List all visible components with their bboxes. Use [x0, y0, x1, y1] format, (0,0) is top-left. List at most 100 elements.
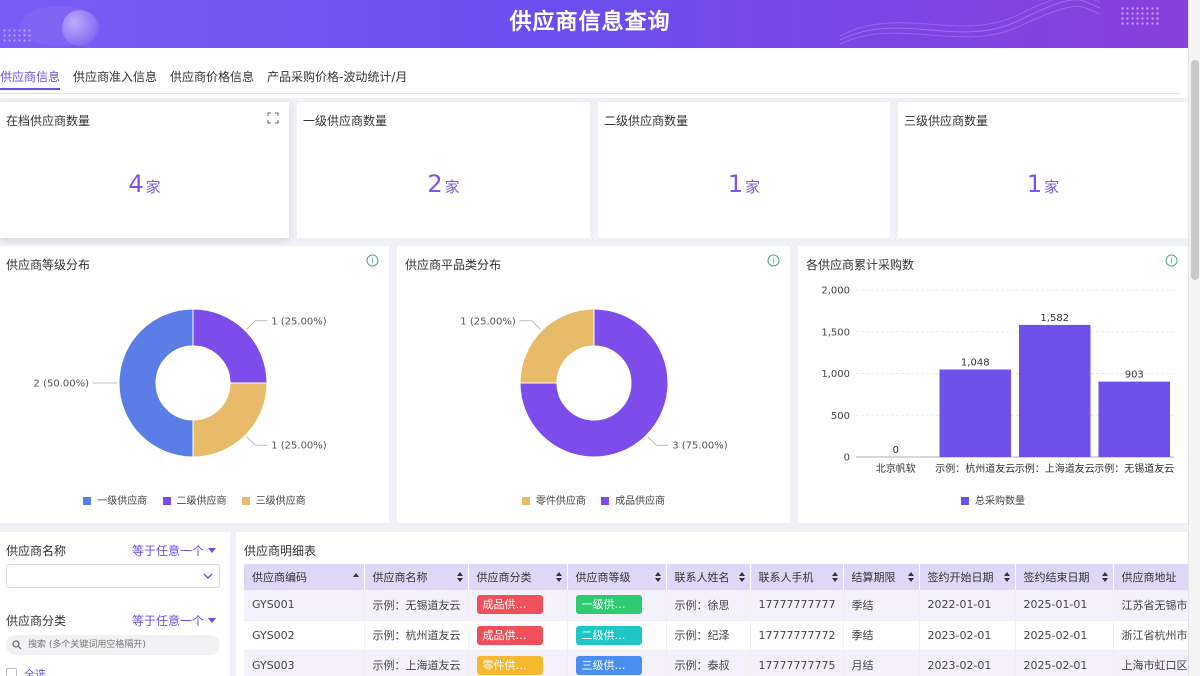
stat-unit: 家 [444, 178, 460, 196]
pie-data-label: 2 (50.00%) [34, 379, 90, 390]
column-header[interactable]: 供应商地址 [1113, 564, 1188, 590]
filter-operator-category[interactable]: 等于任意一个 [132, 612, 216, 629]
pie-data-label: 1 (25.00%) [460, 316, 516, 327]
expand-icon[interactable] [267, 112, 279, 124]
svg-text:i: i [772, 257, 774, 266]
tab-supplier-price[interactable]: 供应商价格信息 [170, 68, 254, 90]
x-tick-label: 北京帆软 [876, 462, 916, 475]
tab-bar: 供应商信息 供应商准入信息 供应商价格信息 产品采购价格-波动统计/月 [0, 48, 1188, 98]
column-header[interactable]: 供应商分类 [468, 564, 568, 590]
column-header[interactable]: 联系人姓名 [666, 564, 751, 590]
tab-purchase-price-fluctuation[interactable]: 产品采购价格-波动统计/月 [267, 68, 407, 90]
bar[interactable] [1098, 381, 1171, 457]
vertical-scrollbar[interactable] [1188, 0, 1200, 676]
chart-legend: 零件供应商 成品供应商 [397, 492, 790, 507]
donut-chart-grade: 2 (50.00%) 1 (25.00%) 1 (25.00%) [34, 308, 327, 458]
cell-code: GYS002 [244, 620, 365, 651]
category-tag: 成品供应... [476, 595, 543, 615]
pie-data-label: 1 (25.00%) [271, 441, 327, 452]
sort-icon[interactable] [907, 572, 914, 582]
category-search-input[interactable] [6, 635, 220, 655]
sort-icon[interactable] [1003, 572, 1010, 582]
column-header[interactable]: 签约结束日期 [1015, 564, 1114, 590]
column-header[interactable]: 供应商编码 [244, 564, 365, 590]
stat-title: 三级供应商数量 [904, 114, 989, 128]
x-tick-label: 示例：上海道友云 [1015, 462, 1095, 475]
filter-label-category: 供应商分类 [6, 614, 67, 628]
cell-level: 三级供应商 [567, 650, 667, 676]
stat-card-level3: 三级供应商数量 1家 [898, 102, 1188, 238]
bar-data-label: 0 [893, 445, 899, 456]
pie-label-line [647, 436, 669, 446]
cell-end-date: 2025-02-01 [1015, 620, 1114, 651]
sort-icon[interactable] [654, 572, 661, 582]
stat-title: 二级供应商数量 [604, 114, 689, 128]
x-tick-label: 示例：杭州道友云 [935, 462, 1015, 475]
chevron-down-icon [203, 573, 213, 579]
cell-category: 成品供应... [468, 590, 568, 621]
legend-item: 二级供应商 [162, 492, 227, 507]
stat-value: 1家 [898, 170, 1188, 198]
cell-contact: 示例：徐思 [666, 590, 751, 621]
pie-slice[interactable] [519, 308, 595, 384]
stat-number: 1 [727, 170, 744, 198]
sort-icon[interactable] [738, 572, 745, 582]
y-tick-label: 500 [831, 411, 850, 422]
table-row[interactable]: GYS002 示例：杭州道友云 成品供应... 二级供应商 示例：纪泽 1777… [244, 620, 1188, 651]
bar[interactable] [939, 369, 1012, 457]
tab-supplier-info[interactable]: 供应商信息 [0, 68, 61, 90]
supplier-name-select[interactable] [6, 564, 220, 588]
pie-slice[interactable] [192, 308, 268, 384]
column-header[interactable]: 联系人手机 [750, 564, 844, 590]
sort-icon[interactable] [555, 572, 562, 582]
pie-label-line [246, 436, 268, 446]
cell-phone: 17777777777 [750, 590, 844, 621]
supplier-detail-table: 供应商编码 供应商名称 供应商分类 供应商等级 联系人姓名 联系人手机 结算期限… [244, 564, 1188, 676]
scrollbar-thumb[interactable] [1191, 60, 1199, 280]
sort-icon[interactable] [456, 572, 463, 582]
legend-item: 三级供应商 [241, 492, 306, 507]
table-row[interactable]: GYS003 示例：上海道友云 零件供应... 三级供应商 示例：泰叔 1777… [244, 650, 1188, 676]
bar[interactable] [1018, 324, 1091, 457]
stat-title: 一级供应商数量 [303, 114, 388, 128]
category-tag: 零件供应... [476, 655, 543, 675]
chart-title: 供应商平品类分布 [405, 258, 502, 272]
pie-slice[interactable] [192, 382, 268, 458]
column-header[interactable]: 供应商名称 [364, 564, 469, 590]
level-tag: 一级供应商 [575, 595, 642, 615]
svg-text:i: i [1170, 257, 1172, 266]
column-header[interactable]: 结算期限 [843, 564, 920, 590]
sort-icon[interactable] [1101, 572, 1108, 582]
info-icon[interactable]: i [366, 254, 379, 267]
select-all-label[interactable]: 全选 [24, 666, 46, 676]
sort-icon[interactable] [831, 572, 838, 582]
level-tag: 三级供应商 [575, 655, 642, 675]
cell-end-date: 2025-01-01 [1015, 590, 1114, 621]
search-icon [12, 640, 22, 650]
y-tick-label: 1,000 [821, 369, 850, 380]
sort-asc-icon[interactable] [352, 572, 359, 582]
stat-card-total: 在档供应商数量 4家 [0, 102, 289, 238]
cell-name: 示例：杭州道友云 [364, 620, 469, 651]
page-title: 供应商信息查询 [509, 10, 671, 35]
cell-address: 上海市虹口区 [1113, 650, 1188, 676]
column-header[interactable]: 签约开始日期 [919, 564, 1016, 590]
column-header[interactable]: 供应商等级 [567, 564, 667, 590]
category-tag: 成品供应... [476, 625, 543, 645]
chart-card-category-distribution: 供应商平品类分布 i 1 (25.00%) 3 (75.00%) 零件供应商 成品… [397, 246, 790, 523]
filter-operator-name[interactable]: 等于任意一个 [132, 542, 216, 559]
chart-legend: 一级供应商 二级供应商 三级供应商 [0, 492, 389, 507]
tab-divider [0, 93, 1180, 94]
legend-item: 总采购数量 [961, 492, 1025, 507]
table-row[interactable]: GYS001 示例：无锡道友云 成品供应... 一级供应商 示例：徐思 1777… [244, 590, 1188, 621]
tab-supplier-access[interactable]: 供应商准入信息 [73, 68, 157, 90]
info-icon[interactable]: i [767, 254, 780, 267]
filter-label-name: 供应商名称 [6, 544, 67, 558]
cell-term: 季结 [843, 620, 920, 651]
stat-unit: 家 [1044, 178, 1060, 196]
level-tag: 二级供应商 [575, 625, 642, 645]
select-all-checkbox[interactable] [6, 668, 17, 676]
stat-value: 1家 [598, 170, 890, 198]
pie-slice[interactable] [118, 308, 194, 458]
info-icon[interactable]: i [1165, 254, 1178, 267]
